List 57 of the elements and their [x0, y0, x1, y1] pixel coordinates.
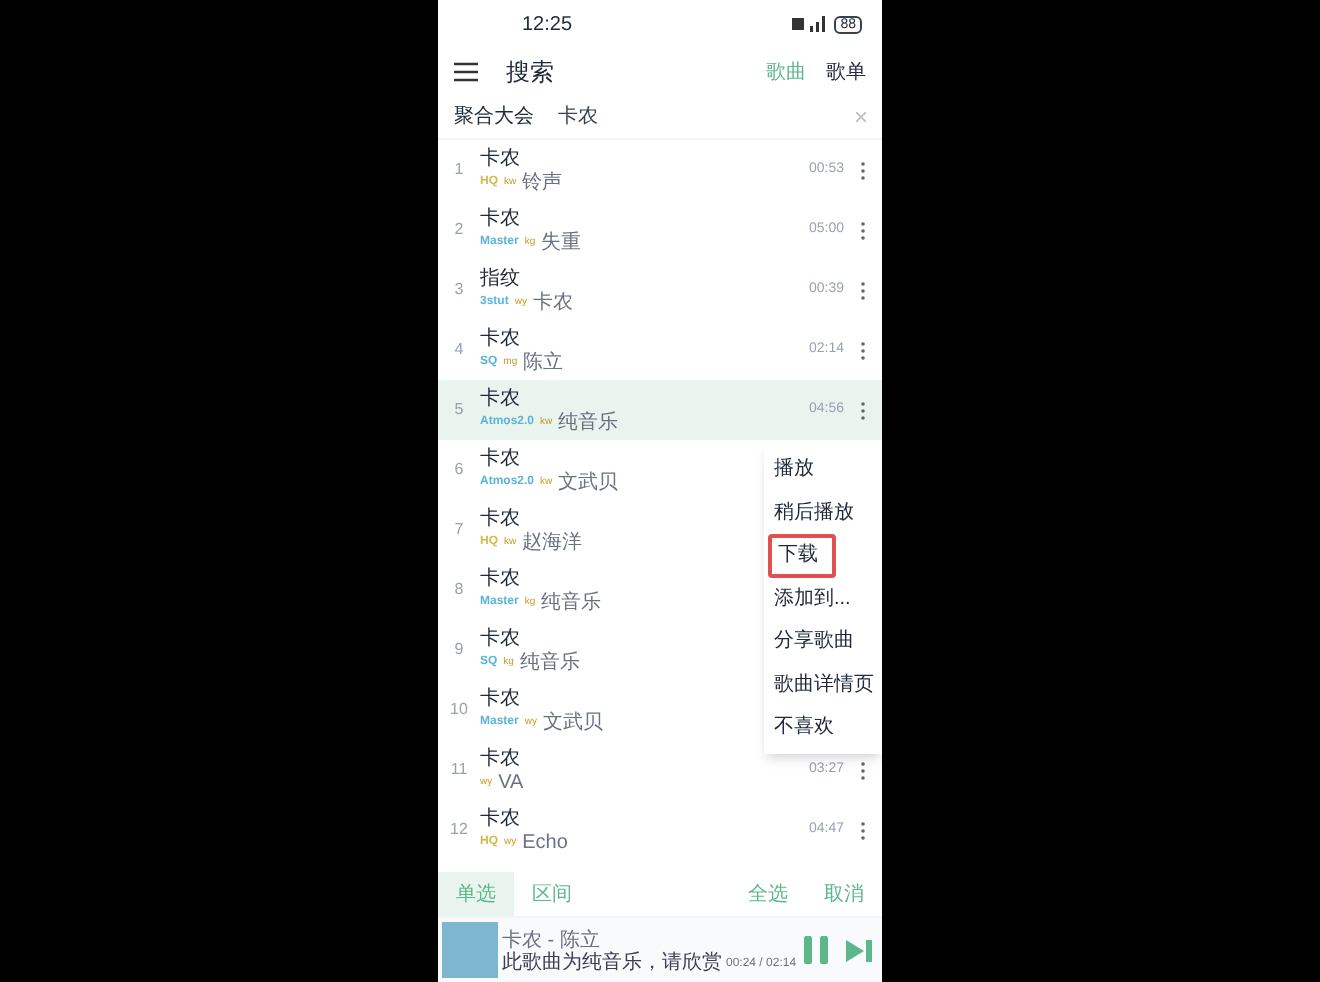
more-icon[interactable]: [860, 341, 866, 359]
artist-name: 纯音乐: [558, 411, 619, 433]
track-number: 7: [452, 518, 466, 542]
more-icon[interactable]: [860, 401, 866, 419]
song-title: 指纹: [480, 267, 520, 291]
search-field[interactable]: 卡农: [558, 102, 856, 132]
song-title: 卡农: [480, 747, 520, 771]
song-title: 卡农: [480, 807, 520, 831]
more-icon[interactable]: [860, 821, 866, 839]
song-title: 卡农: [480, 507, 520, 531]
more-icon[interactable]: [860, 761, 866, 779]
track-number: 3: [452, 278, 466, 302]
artist-name: 赵海洋: [522, 531, 583, 553]
artist-name: VA: [498, 771, 524, 793]
menu-item[interactable]: 添加到...: [768, 577, 878, 620]
song-title: 卡农: [480, 207, 520, 231]
artist-name: 失重: [541, 231, 582, 253]
song-title: 卡农: [480, 147, 520, 171]
artist-name: 纯音乐: [519, 651, 580, 673]
track-number: 6: [452, 458, 466, 482]
track-number: 10: [448, 698, 470, 722]
song-title: 卡农: [480, 567, 520, 591]
artist-name: 文武贝: [542, 711, 603, 733]
track-number: 2: [452, 218, 466, 242]
track-number: 9: [452, 638, 466, 662]
artist-name: 卡农: [532, 291, 573, 313]
album-art-placeholder: [442, 922, 498, 978]
more-icon[interactable]: [860, 161, 866, 179]
signal-icon: [792, 16, 829, 32]
track-number: 1: [452, 158, 466, 182]
status-time: 12:25: [522, 11, 573, 39]
menu-item[interactable]: 下载: [768, 534, 836, 577]
song-title: 卡农: [480, 327, 520, 351]
menu-icon[interactable]: [454, 62, 478, 82]
menu-item[interactable]: 播放: [768, 448, 878, 491]
player-lyric: 此歌曲为纯音乐，请欣赏: [502, 953, 722, 973]
track-number: 12: [448, 818, 470, 842]
artist-name: 铃声: [522, 171, 563, 193]
song-title: 卡农: [480, 687, 520, 711]
artist-name: 纯音乐: [541, 591, 602, 613]
song-title: 卡农: [480, 387, 520, 411]
menu-item[interactable]: 分享歌曲: [768, 620, 878, 663]
artist-name: 文武贝: [558, 471, 619, 493]
song-title: 卡农: [480, 627, 520, 651]
track-number: 11: [448, 758, 470, 782]
artist-name: 陈立: [523, 351, 564, 373]
track-number: 5: [452, 398, 466, 422]
search-source[interactable]: 聚合大会: [454, 102, 534, 132]
more-icon[interactable]: [860, 221, 866, 239]
player-title: 卡农 - 陈立: [502, 927, 602, 951]
tab[interactable]: 歌单: [826, 57, 866, 87]
track-number: 8: [452, 578, 466, 602]
song-title: 卡农: [480, 447, 520, 471]
page-title: 搜索: [506, 56, 556, 90]
track-number: 4: [452, 338, 466, 362]
artist-name: Echo: [522, 831, 568, 853]
more-icon[interactable]: [860, 281, 866, 299]
